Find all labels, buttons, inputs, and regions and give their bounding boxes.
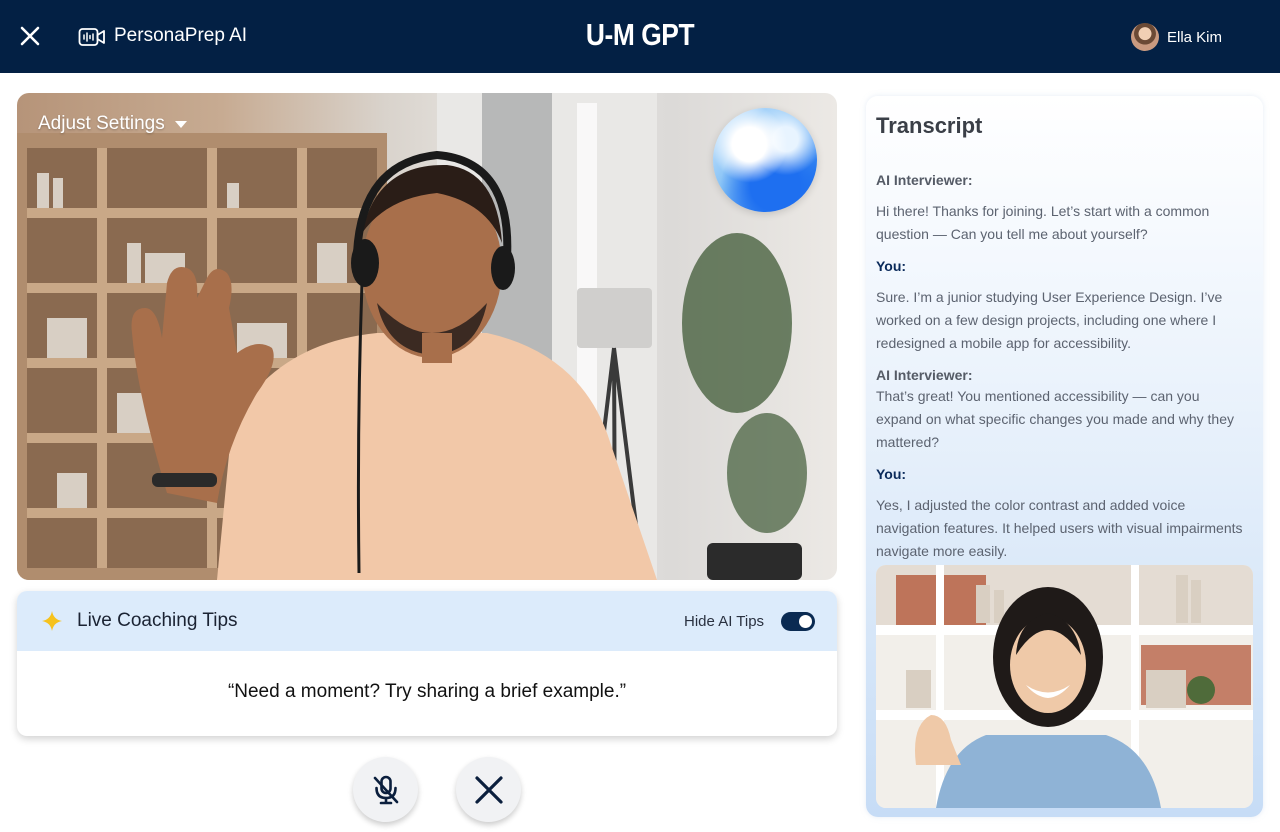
end-interview-button[interactable] xyxy=(456,757,521,822)
toggle-knob xyxy=(799,615,812,628)
close-icon xyxy=(474,775,503,804)
hide-ai-tips-toggle[interactable] xyxy=(781,612,815,631)
self-video-image xyxy=(876,565,1253,808)
adjust-settings-label: Adjust Settings xyxy=(38,113,165,134)
coaching-header: Live Coaching Tips Hide AI Tips xyxy=(17,591,837,651)
speaker-label: AI Interviewer: xyxy=(876,172,973,188)
close-icon[interactable] xyxy=(18,24,42,48)
speaker-label: You: xyxy=(876,466,907,482)
transcript-title: Transcript xyxy=(876,113,983,138)
microphone-off-icon xyxy=(373,775,398,804)
user-profile[interactable]: Ella Kim xyxy=(1131,23,1222,51)
sparkle-icon xyxy=(42,611,62,631)
brand-logo: U-M GPT xyxy=(585,17,695,52)
hide-ai-tips-label: Hide AI Tips xyxy=(684,613,765,630)
avatar xyxy=(1131,23,1159,51)
mute-button[interactable] xyxy=(353,757,418,822)
adjust-settings-dropdown[interactable]: Adjust Settings xyxy=(38,113,187,135)
message-text: Hi there! Thanks for joining. Let’s star… xyxy=(876,203,1210,242)
message-text: Sure. I’m a junior studying User Experie… xyxy=(876,289,1223,351)
ai-orb-avatar xyxy=(713,108,817,212)
coaching-title: Live Coaching Tips xyxy=(77,610,238,631)
speaker-label: You: xyxy=(876,258,907,274)
transcript-panel: Transcript AI Interviewer: Hi there! Tha… xyxy=(866,96,1263,817)
interview-video: Adjust Settings xyxy=(17,93,837,580)
coaching-tip-text: “Need a moment? Try sharing a brief exam… xyxy=(227,681,627,702)
top-bar: PersonaPrep AI U-M GPT Ella Kim xyxy=(0,0,1280,73)
message-text: That’s great! You mentioned accessibilit… xyxy=(876,388,1235,450)
self-video-preview xyxy=(876,565,1253,808)
message-text: Yes, I adjusted the color contrast and a… xyxy=(876,497,1243,559)
transcript-messages: AI Interviewer: Hi there! Thanks for joi… xyxy=(876,160,1246,563)
speaker-label: AI Interviewer: xyxy=(876,367,973,383)
live-coaching-panel: Live Coaching Tips Hide AI Tips “Need a … xyxy=(17,591,837,736)
user-name: Ella Kim xyxy=(1167,28,1223,46)
caret-down-icon xyxy=(174,120,187,128)
